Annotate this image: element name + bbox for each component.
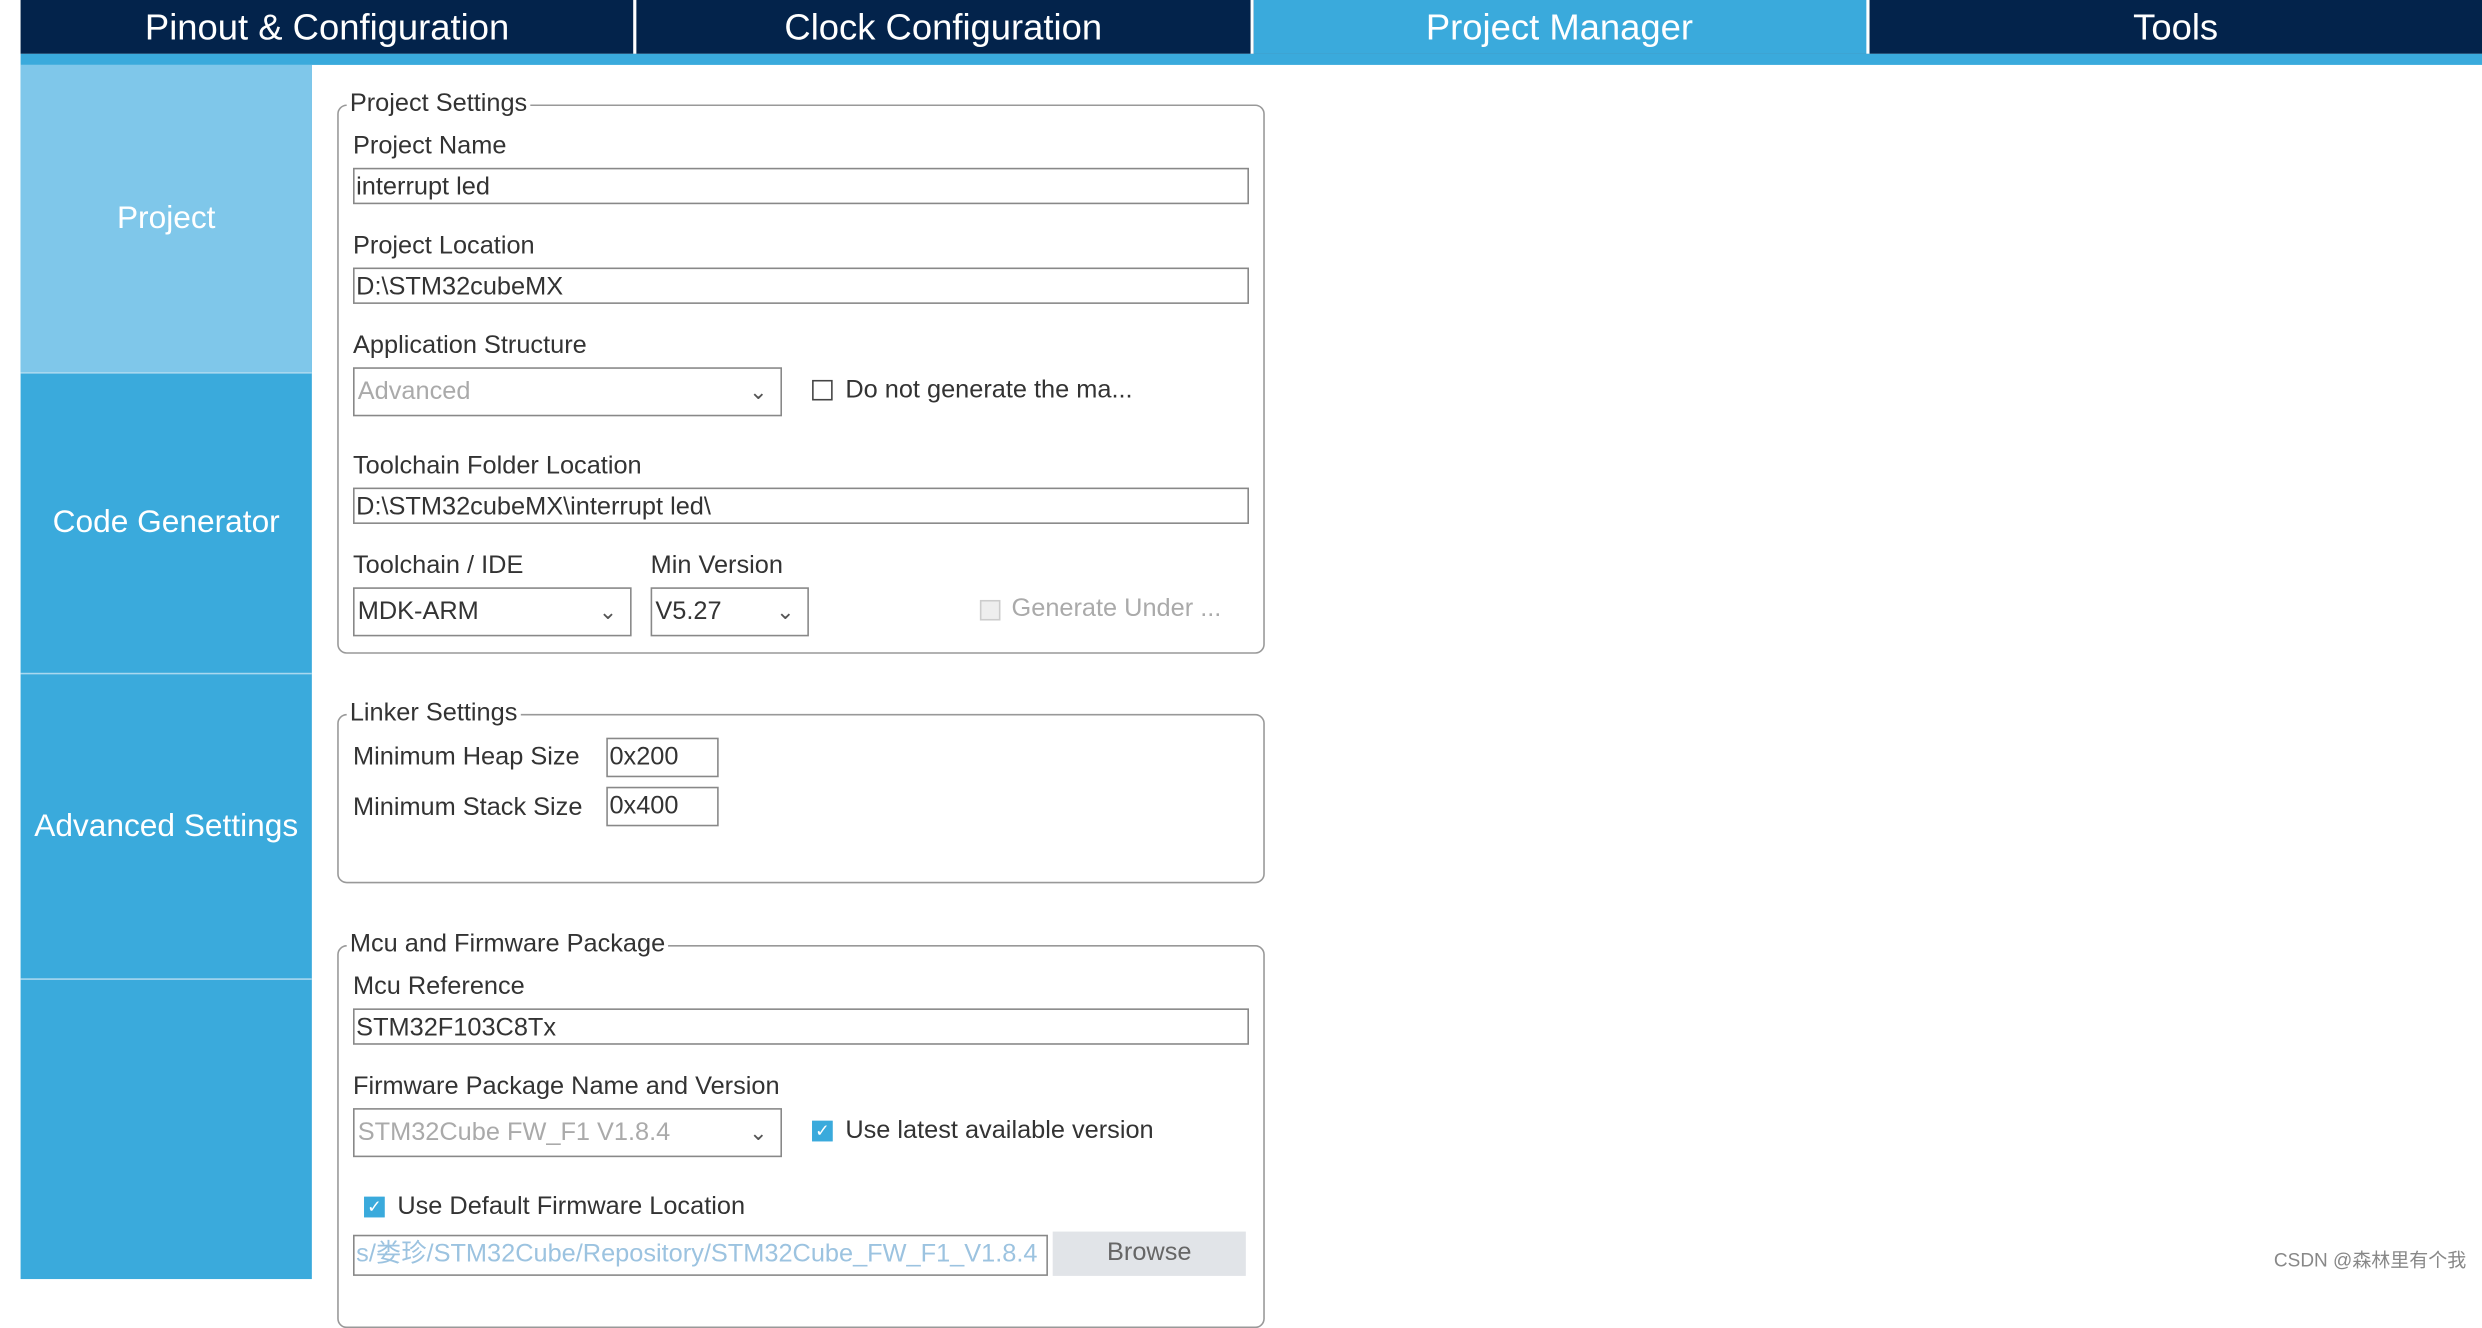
toolchain-folder-label: Toolchain Folder Location [353, 452, 642, 480]
mcu-firmware-legend: Mcu and Firmware Package [346, 930, 669, 960]
sidebar: Project Code Generator Advanced Settings [20, 64, 312, 1280]
project-name-input[interactable]: interrupt led [353, 167, 1249, 205]
do-not-generate-checkbox[interactable] [812, 379, 833, 401]
tab-tools[interactable]: Tools [1869, 0, 2482, 54]
app-structure-select[interactable]: Advanced ⌄ [353, 367, 783, 417]
firmware-package-label: Firmware Package Name and Version [353, 1073, 780, 1101]
chevron-down-icon: ⌄ [749, 1119, 768, 1145]
firmware-package-value: STM32Cube FW_F1 V1.8.4 [357, 1119, 671, 1147]
stack-size-input[interactable]: 0x400 [606, 786, 719, 827]
project-settings-group: Project Settings Project Name interrupt … [337, 90, 1265, 654]
toolchain-select[interactable]: MDK-ARM ⌄ [353, 587, 632, 637]
generate-under-checkbox[interactable] [979, 599, 1001, 621]
chevron-down-icon: ⌄ [776, 598, 795, 624]
tab-clock-configuration[interactable]: Clock Configuration [637, 0, 1253, 54]
linker-settings-group: Linker Settings Minimum Heap Size 0x200 … [337, 699, 1265, 884]
generate-under-label: Generate Under ... [1011, 595, 1222, 623]
use-latest-checkbox[interactable]: ✓ [812, 1120, 833, 1142]
tab-underline [20, 53, 2482, 65]
sidebar-item-project[interactable]: Project [20, 64, 312, 374]
app-structure-label: Application Structure [353, 332, 587, 360]
heap-size-input[interactable]: 0x200 [606, 737, 719, 778]
sidebar-item-advanced-settings[interactable]: Advanced Settings [20, 674, 312, 980]
min-version-select[interactable]: V5.27 ⌄ [650, 587, 809, 637]
heap-size-label: Minimum Heap Size [353, 744, 580, 771]
toolchain-label: Toolchain / IDE [353, 552, 524, 580]
do-not-generate-label: Do not generate the ma... [845, 376, 1133, 404]
sidebar-item-code-generator[interactable]: Code Generator [20, 374, 312, 675]
chevron-down-icon: ⌄ [749, 378, 768, 404]
firmware-package-select[interactable]: STM32Cube FW_F1 V1.8.4 ⌄ [353, 1108, 783, 1158]
min-version-value: V5.27 [655, 598, 722, 626]
use-default-location-label: Use Default Firmware Location [397, 1193, 746, 1221]
mcu-reference-input[interactable]: STM32F103C8Tx [353, 1008, 1249, 1045]
top-tab-bar: Pinout & Configuration Clock Configurati… [20, 0, 2482, 54]
app-structure-value: Advanced [357, 378, 471, 406]
use-default-location-checkbox[interactable]: ✓ [364, 1196, 385, 1218]
tab-project-manager[interactable]: Project Manager [1252, 0, 1870, 54]
use-latest-label: Use latest available version [845, 1117, 1154, 1145]
project-location-input[interactable]: D:\STM32cubeMX [353, 267, 1249, 304]
project-settings-legend: Project Settings [346, 90, 531, 119]
toolchain-folder-input[interactable]: D:\STM32cubeMX\interrupt led\ [353, 487, 1249, 524]
watermark: CSDN @森林里有个我 [2273, 1248, 2467, 1272]
project-location-label: Project Location [353, 232, 535, 260]
toolchain-value: MDK-ARM [357, 598, 479, 626]
stack-size-label: Minimum Stack Size [353, 794, 583, 822]
sidebar-item-empty [21, 980, 312, 1279]
linker-settings-legend: Linker Settings [346, 699, 521, 729]
chevron-down-icon: ⌄ [598, 598, 618, 624]
browse-button[interactable]: Browse [1052, 1231, 1246, 1276]
tab-pinout-configuration[interactable]: Pinout & Configuration [21, 0, 637, 54]
project-name-label: Project Name [353, 132, 507, 160]
mcu-firmware-group: Mcu and Firmware Package Mcu Reference S… [337, 930, 1265, 1328]
min-version-label: Min Version [650, 552, 783, 580]
firmware-location-input[interactable]: s/娄珍/STM32Cube/Repository/STM32Cube_FW_F… [353, 1234, 1048, 1276]
mcu-reference-label: Mcu Reference [353, 973, 525, 1001]
